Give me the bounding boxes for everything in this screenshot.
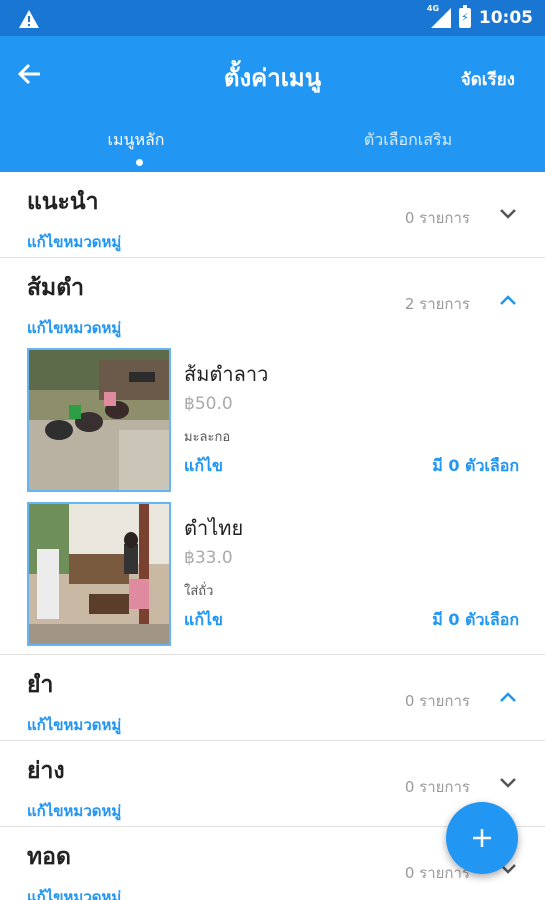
category-item-count: 0 รายการ [404, 209, 470, 227]
category-list: แนะนำ แก้ไขหมวดหมู่ 0 รายการ ส้มตำ แก้ไข… [0, 172, 545, 900]
edit-category-link[interactable]: แก้ไขหมวดหมู่ [27, 799, 121, 823]
category-name: ทอด [27, 844, 71, 870]
category-row[interactable]: ส้มตำ แก้ไขหมวดหมู่ 2 รายการ [0, 258, 545, 344]
plus-icon [473, 829, 491, 847]
chevron-up-icon[interactable] [499, 691, 517, 703]
chevron-down-icon[interactable] [499, 777, 517, 789]
signal-icon: 4G [427, 4, 451, 28]
category-item-count: 2 รายการ [404, 295, 470, 313]
menu-item-photo[interactable] [27, 502, 171, 646]
category-item-count: 0 รายการ [404, 692, 470, 710]
status-time: 10:05 [478, 8, 533, 28]
status-bar: 4G ⚡ 10:05 [0, 0, 545, 36]
edit-item-link[interactable]: แก้ไข [184, 454, 223, 479]
menu-item-price: ฿33.0 [184, 548, 233, 568]
reorder-button[interactable]: จัดเรียง [461, 66, 515, 93]
menu-item-description: ใส่ถั่ว [184, 584, 214, 599]
menu-item-description: มะละกอ [184, 430, 231, 445]
category-name: ย่าง [27, 758, 65, 784]
category-item-count: 0 รายการ [404, 778, 470, 796]
add-category-button[interactable] [446, 802, 518, 874]
category-name: ยำ [27, 672, 54, 698]
edit-category-link[interactable]: แก้ไขหมวดหมู่ [27, 316, 121, 340]
chevron-down-icon[interactable] [499, 208, 517, 220]
tab-selected-indicator [136, 159, 143, 166]
item-options-link[interactable]: มี 0 ตัวเลือก [432, 608, 519, 633]
menu-item-price: ฿50.0 [184, 394, 233, 414]
edit-category-link[interactable]: แก้ไขหมวดหมู่ [27, 230, 121, 254]
category-name: ส้มตำ [27, 275, 85, 301]
menu-item-name: ส้มตำลาว [184, 362, 269, 386]
item-options-link[interactable]: มี 0 ตัวเลือก [432, 454, 519, 479]
tab-main-menu[interactable]: เมนูหลัก [0, 128, 272, 153]
edit-item-link[interactable]: แก้ไข [184, 608, 223, 633]
network-type-label: 4G [426, 4, 440, 13]
category-row[interactable]: แนะนำ แก้ไขหมวดหมู่ 0 รายการ [0, 172, 545, 258]
category-name: แนะนำ [27, 189, 99, 215]
battery-charging-icon: ⚡ [458, 5, 471, 28]
menu-item-photo[interactable] [27, 348, 171, 492]
warning-icon [19, 10, 39, 28]
edit-category-link[interactable]: แก้ไขหมวดหมู่ [27, 885, 121, 900]
tab-extra-options[interactable]: ตัวเลือกเสริม [272, 128, 544, 153]
chevron-up-icon[interactable] [499, 294, 517, 306]
category-row[interactable]: ยำ แก้ไขหมวดหมู่ 0 รายการ [0, 655, 545, 741]
menu-item-name: ตำไทย [184, 516, 244, 540]
app-bar: ตั้งค่าเมนู จัดเรียง เมนูหลัก ตัวเลือกเส… [0, 36, 545, 172]
menu-item: ส้มตำลาว ฿50.0 มะละกอ แก้ไข มี 0 ตัวเลือ… [0, 344, 545, 498]
edit-category-link[interactable]: แก้ไขหมวดหมู่ [27, 713, 121, 737]
menu-item: ตำไทย ฿33.0 ใส่ถั่ว แก้ไข มี 0 ตัวเลือก [0, 498, 545, 652]
